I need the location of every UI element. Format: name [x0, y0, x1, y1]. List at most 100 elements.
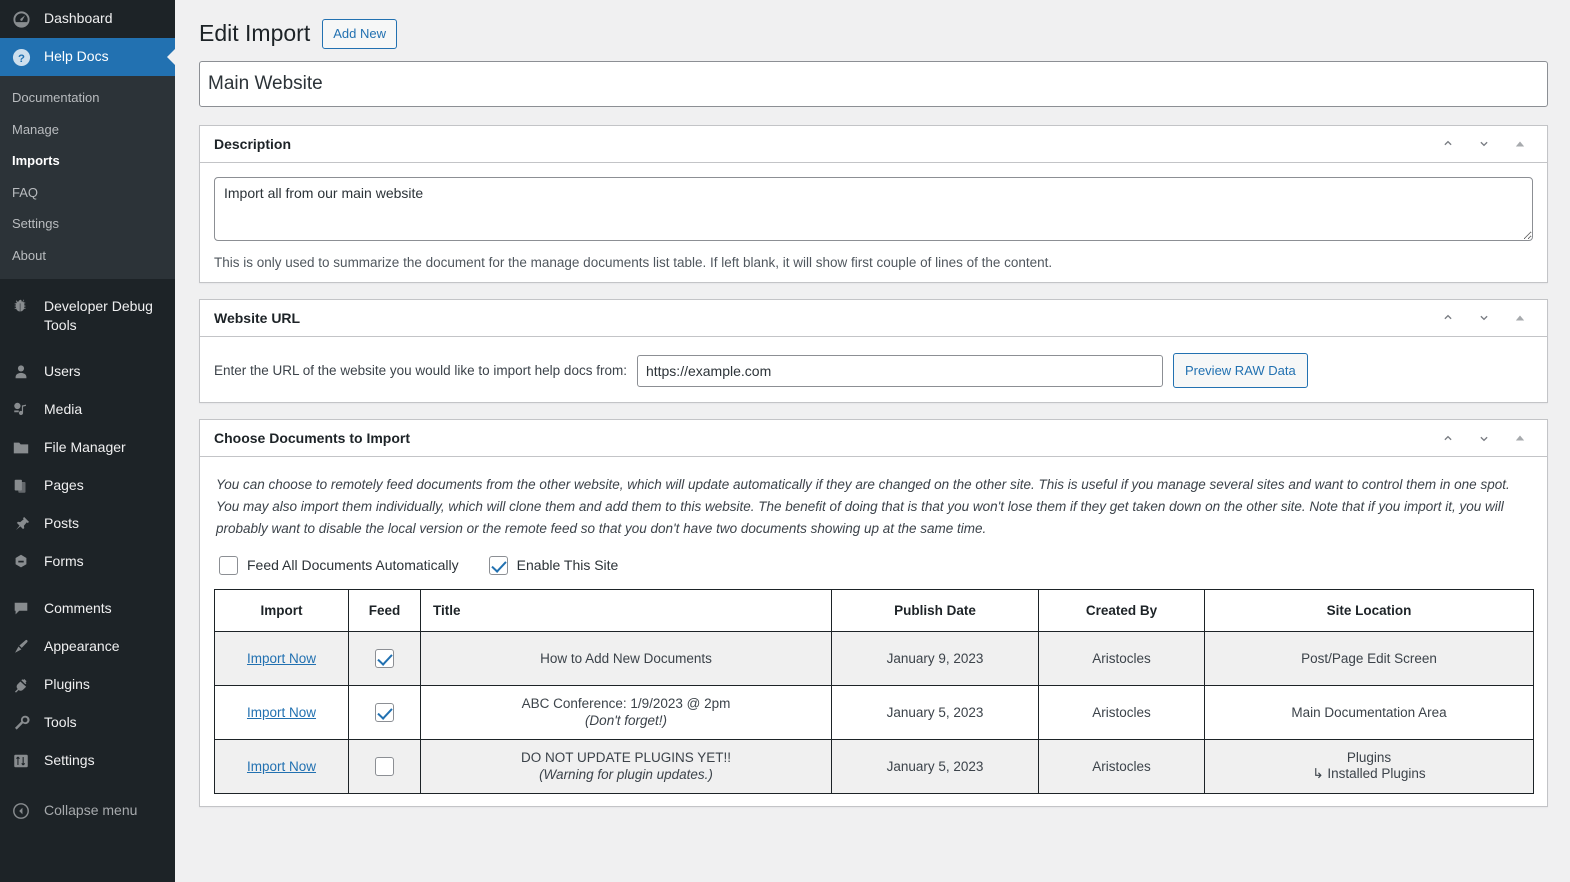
submenu-item-documentation[interactable]: Documentation: [0, 82, 175, 114]
sidebar-item-comments[interactable]: Comments: [0, 590, 175, 628]
sidebar-item-media[interactable]: Media: [0, 391, 175, 429]
choose-documents-panel-body: You can choose to remotely feed document…: [200, 457, 1547, 806]
description-panel: Description This is only used to summari…: [199, 124, 1548, 283]
move-up-icon[interactable]: [1437, 427, 1459, 449]
import-now-link[interactable]: Import Now: [247, 705, 316, 720]
import-now-link[interactable]: Import Now: [247, 759, 316, 774]
pages-icon: [12, 476, 36, 496]
document-title: How to Add New Documents: [540, 650, 712, 666]
plug-icon: [12, 675, 36, 695]
admin-layout: Dashboard ? Help Docs Documentation Mana…: [0, 0, 1570, 882]
cell-publish-date: January 5, 2023: [831, 738, 1039, 794]
sidebar-item-label: Settings: [44, 751, 95, 768]
menu-separator: [0, 344, 175, 353]
feed-checkbox[interactable]: [375, 648, 394, 668]
panel-controls: [1437, 427, 1539, 449]
document-title: ABC Conference: 1/9/2023 @ 2pm: [521, 696, 731, 712]
site-location-sub: ↳ Installed Plugins: [1312, 766, 1426, 782]
comment-icon: [12, 599, 36, 619]
sidebar-item-label: Media: [44, 400, 83, 417]
move-up-icon[interactable]: [1437, 133, 1459, 155]
site-location-main: Plugins: [1346, 750, 1392, 766]
admin-sidebar: Dashboard ? Help Docs Documentation Mana…: [0, 0, 175, 882]
checkbox-box[interactable]: [219, 555, 238, 575]
cell-feed: [348, 684, 421, 740]
add-new-button[interactable]: Add New: [322, 19, 397, 49]
sidebar-item-pages[interactable]: Pages: [0, 467, 175, 505]
description-help-text: This is only used to summarize the docum…: [214, 254, 1053, 270]
sidebar-item-help-docs[interactable]: ? Help Docs: [0, 38, 175, 76]
panel-heading: Description: [214, 135, 292, 152]
page-title: Edit Import: [199, 20, 311, 46]
enable-this-site-checkbox[interactable]: Enable This Site: [488, 555, 619, 575]
url-row: Enter the URL of the website you would l…: [214, 351, 1533, 390]
document-title-note: (Don't forget!): [584, 713, 668, 729]
cell-title: ABC Conference: 1/9/2023 @ 2pm (Don't fo…: [420, 684, 832, 740]
sidebar-item-label: Plugins: [44, 675, 90, 692]
submenu-item-faq[interactable]: FAQ: [0, 177, 175, 209]
sidebar-item-users[interactable]: Users: [0, 353, 175, 391]
sidebar-item-appearance[interactable]: Appearance: [0, 628, 175, 666]
submenu-item-imports[interactable]: Imports: [0, 145, 175, 177]
feed-checkbox[interactable]: [375, 756, 394, 776]
preview-raw-data-button[interactable]: Preview RAW Data: [1172, 352, 1308, 389]
sidebar-item-posts[interactable]: Posts: [0, 505, 175, 543]
collapse-menu-button[interactable]: Collapse menu: [0, 792, 175, 830]
sidebar-item-file-manager[interactable]: File Manager: [0, 429, 175, 467]
toggle-panel-icon[interactable]: [1509, 307, 1531, 329]
website-url-panel: Website URL Enter the URL of the website…: [199, 298, 1548, 404]
sidebar-item-developer-debug-tools[interactable]: Developer Debug Tools: [0, 288, 175, 344]
submenu-item-settings[interactable]: Settings: [0, 208, 175, 240]
sidebar-item-label: Tools: [44, 713, 77, 730]
sidebar-item-label: Users: [44, 362, 81, 379]
cell-publish-date: January 9, 2023: [831, 630, 1039, 686]
url-label: Enter the URL of the website you would l…: [214, 363, 627, 379]
sidebar-item-label: Appearance: [44, 637, 120, 654]
toggle-panel-icon[interactable]: [1509, 427, 1531, 449]
table-row: Import Now DO NOT UPDATE PLUGINS YET!! (…: [214, 738, 1534, 794]
table-header-row: Import Feed Title Publish Date Created B…: [214, 588, 1534, 632]
move-down-icon[interactable]: [1473, 307, 1495, 329]
column-header-site-location: Site Location: [1204, 588, 1534, 632]
sidebar-item-dashboard[interactable]: Dashboard: [0, 0, 175, 38]
sidebar-item-settings[interactable]: Settings: [0, 742, 175, 780]
collapse-menu-label: Collapse menu: [44, 801, 138, 818]
cell-import: Import Now: [214, 630, 349, 686]
page-header: Edit Import Add New: [197, 10, 1546, 55]
sidebar-item-label: Pages: [44, 476, 84, 493]
main-content: Edit Import Add New Description: [175, 0, 1570, 882]
bug-icon: [12, 297, 36, 317]
move-down-icon[interactable]: [1473, 427, 1495, 449]
feed-checkbox[interactable]: [375, 702, 394, 722]
move-up-icon[interactable]: [1437, 307, 1459, 329]
submenu-item-manage[interactable]: Manage: [0, 114, 175, 146]
feed-all-documents-checkbox[interactable]: Feed All Documents Automatically: [219, 555, 459, 575]
import-now-link[interactable]: Import Now: [247, 651, 316, 666]
description-panel-body: This is only used to summarize the docum…: [200, 163, 1547, 282]
cell-site-location: Plugins ↳ Installed Plugins: [1204, 738, 1534, 794]
toggle-panel-icon[interactable]: [1509, 133, 1531, 155]
help-icon: ?: [12, 47, 36, 67]
checkbox-box[interactable]: [488, 555, 508, 575]
site-location-main: Main Documentation Area: [1291, 704, 1447, 720]
folder-icon: [12, 438, 36, 458]
sidebar-item-forms[interactable]: Forms: [0, 543, 175, 581]
move-down-icon[interactable]: [1473, 133, 1495, 155]
sidebar-item-label: Developer Debug Tools: [44, 298, 153, 333]
site-location-main: Post/Page Edit Screen: [1301, 650, 1437, 666]
sidebar-item-label: Dashboard: [44, 10, 113, 26]
panel-heading: Choose Documents to Import: [214, 430, 411, 447]
website-url-input[interactable]: [636, 354, 1163, 387]
help-docs-submenu: Documentation Manage Imports FAQ Setting…: [0, 76, 175, 279]
checkbox-label: Enable This Site: [516, 557, 619, 574]
choose-documents-intro: You can choose to remotely feed document…: [216, 477, 1510, 536]
table-row: Import Now ABC Conference: 1/9/2023 @ 2p…: [214, 684, 1534, 740]
documents-table: Import Feed Title Publish Date Created B…: [214, 588, 1534, 794]
description-textarea[interactable]: [214, 176, 1533, 241]
sidebar-item-plugins[interactable]: Plugins: [0, 666, 175, 704]
cell-title: DO NOT UPDATE PLUGINS YET!! (Warning for…: [420, 738, 832, 794]
submenu-item-about[interactable]: About: [0, 240, 175, 272]
collapse-arrow-icon: [12, 801, 36, 821]
sidebar-item-tools[interactable]: Tools: [0, 704, 175, 742]
import-title-input[interactable]: [199, 60, 1548, 107]
